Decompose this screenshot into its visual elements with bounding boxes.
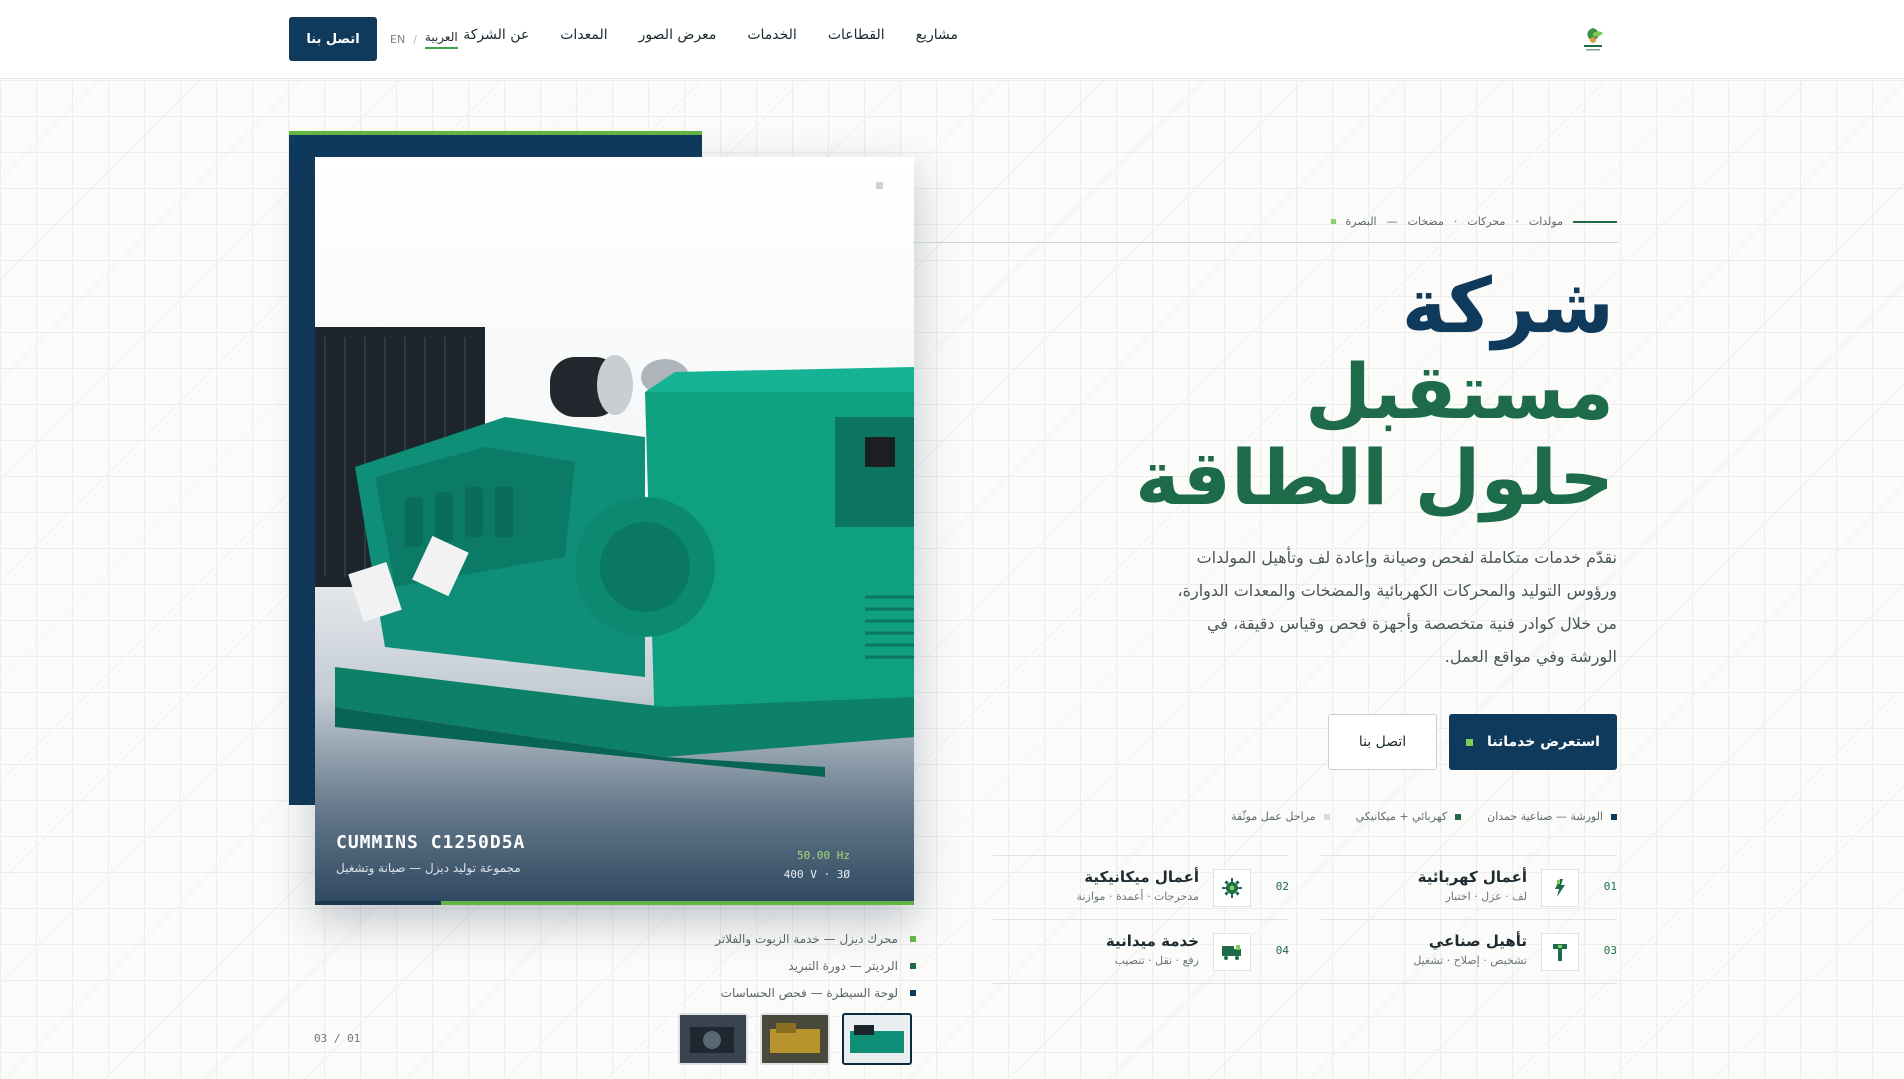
contact-button[interactable]: اتصل بنا [1328, 714, 1437, 770]
part-label: الرديتر — دورة التبريد [788, 958, 898, 973]
headline-line-1: شركة [1401, 261, 1614, 350]
service-title: أعمال كهربائية [1417, 868, 1527, 886]
headline-line-3: حلول الطاقة [1135, 433, 1614, 522]
meta-bullet-icon [1455, 813, 1462, 820]
eyebrow-dot-sep: · [1515, 215, 1519, 228]
contact-us-button[interactable]: اتصل بنا [289, 17, 377, 61]
lightning-icon [1541, 869, 1579, 907]
wrench-icon [1541, 933, 1579, 971]
nav-equipment[interactable]: المعدات [560, 27, 607, 43]
eyebrow-tags: مولدات · محركات · مضخات — البصرة [1330, 215, 1617, 228]
thumbnail-3-active[interactable] [842, 1013, 912, 1065]
meta-label: مراحل عمل موثّقة [1231, 810, 1316, 823]
nav-gallery[interactable]: معرض الصور [639, 27, 717, 43]
lang-arabic[interactable]: العربية [424, 30, 458, 49]
main-nav: مشاريع القطاعات الخدمات معرض الصور المعد… [463, 27, 958, 43]
square-icon [1466, 738, 1474, 746]
slide-counter: 03 / 01 [314, 1032, 361, 1045]
service-number: 02 [1275, 880, 1289, 893]
eyebrow-divider [913, 242, 1618, 243]
bullet-icon [910, 989, 916, 996]
service-title: أعمال ميكانيكية [1084, 868, 1199, 886]
thumbnail-1[interactable] [678, 1013, 748, 1065]
frequency-readout: 50.00 Hz [797, 849, 850, 862]
nav-sectors[interactable]: القطاعات [828, 27, 885, 43]
site-header: مشاريع القطاعات الخدمات معرض الصور المعد… [0, 0, 1904, 79]
meta-item: مراحل عمل موثّقة [1231, 810, 1330, 823]
leaf-logo-icon[interactable] [1576, 24, 1610, 54]
lang-separator: / [413, 33, 417, 46]
explore-services-button[interactable]: استعرض خدماتنا [1449, 714, 1617, 770]
meta-bullet-icon [1611, 813, 1617, 820]
list-item[interactable]: الرديتر — دورة التبريد [560, 952, 916, 979]
nav-services[interactable]: الخدمات [747, 27, 797, 43]
slide-progress-fill [440, 901, 914, 905]
service-title: خدمة ميدانية [1105, 932, 1199, 950]
service-card-industrial[interactable]: 03 تأهيل صناعي تشخيص · إصلاح · تشغيل [1321, 919, 1617, 983]
lang-english[interactable]: EN [390, 33, 405, 46]
service-number: 01 [1603, 880, 1617, 893]
thumbnail-strip [678, 1013, 912, 1065]
service-subtitle: تشخيص · إصلاح · تشغيل [1413, 954, 1527, 967]
service-subtitle: رفع · نقل · تنصيب [1114, 954, 1199, 967]
eyebrow-tag: مضخات [1407, 215, 1444, 228]
electrical-specs: 50.00 Hz 400 V · 3Ø [784, 849, 850, 881]
corner-dot [876, 182, 883, 189]
services-grid: 01 أعمال كهربائية لف · عزل · اختبار 02 أ… [993, 855, 1617, 984]
gear-icon [1213, 869, 1251, 907]
service-subtitle: مدحرجات · أعمدة · موازنة [1076, 890, 1199, 903]
service-card-electrical[interactable]: 01 أعمال كهربائية لف · عزل · اختبار [1321, 855, 1617, 919]
meta-label: كهربائي + ميكانيكي [1355, 810, 1448, 823]
eyebrow-tag: البصرة [1345, 215, 1377, 228]
hero-description: نقدّم خدمات متكاملة لفحص وصيانة وإعادة ل… [1177, 548, 1617, 666]
eyebrow-tag: مولدات [1528, 215, 1563, 228]
eyebrow-tag: محركات [1467, 215, 1506, 228]
service-subtitle: لف · عزل · اختبار [1445, 890, 1527, 903]
list-item[interactable]: لوحة السيطرة — فحص الحساسات [560, 979, 916, 1006]
hero-headline: شركة مستقبل حلول الطاقة [1135, 263, 1614, 521]
eyebrow-dot-sep: · [1453, 215, 1458, 228]
bullet-icon [910, 935, 916, 942]
service-title: تأهيل صناعي [1428, 932, 1527, 950]
headline-line-2: مستقبل [1305, 347, 1614, 436]
thumbnail-2[interactable] [760, 1013, 830, 1065]
meta-item: الورشة — صناعية حمدان [1487, 810, 1617, 823]
part-label: لوحة السيطرة — فحص الحساسات [720, 985, 898, 1000]
part-label: محرك ديزل — خدمة الزيوت والفلاتر [715, 931, 898, 946]
generator-image [315, 327, 914, 777]
service-number: 04 [1275, 944, 1289, 957]
model-subtitle: مجموعة توليد ديزل — صيانة وتشغيل [336, 861, 521, 875]
list-item[interactable]: محرك ديزل — خدمة الزيوت والفلاتر [560, 925, 916, 952]
voltage-readout: 400 V · 3Ø [783, 868, 850, 881]
slide-progress [315, 901, 914, 905]
language-switcher: العربية / EN [390, 30, 458, 49]
service-number: 03 [1603, 944, 1617, 957]
services-divider [993, 983, 1617, 984]
eyebrow-dot [1330, 219, 1336, 224]
service-card-field[interactable]: 04 خدمة ميدانية رفع · نقل · تنصيب [993, 919, 1289, 983]
generator-photo-card: CUMMINS C1250D5A مجموعة توليد ديزل — صيا… [315, 157, 914, 905]
nav-about[interactable]: عن الشركة [463, 27, 529, 43]
hero-meta: الورشة — صناعية حمدان كهربائي + ميكانيكي… [1231, 810, 1617, 823]
model-name: CUMMINS C1250D5A [336, 832, 526, 853]
eyebrow-dash-sep: — [1386, 215, 1398, 228]
bullet-icon [910, 962, 916, 969]
model-caption: CUMMINS C1250D5A مجموعة توليد ديزل — صيا… [336, 832, 525, 875]
service-card-mechanical[interactable]: 02 أعمال ميكانيكية مدحرجات · أعمدة · موا… [993, 855, 1289, 919]
eyebrow-bar [1573, 220, 1617, 223]
explore-services-label: استعرض خدماتنا [1487, 734, 1600, 750]
nav-projects[interactable]: مشاريع [916, 27, 958, 43]
meta-item: كهربائي + ميكانيكي [1356, 810, 1462, 823]
background-grid [0, 80, 1904, 1079]
truck-icon [1213, 933, 1251, 971]
meta-bullet-icon [1323, 813, 1330, 820]
parts-list: محرك ديزل — خدمة الزيوت والفلاتر الرديتر… [560, 925, 916, 1006]
meta-label: الورشة — صناعية حمدان [1487, 810, 1603, 823]
